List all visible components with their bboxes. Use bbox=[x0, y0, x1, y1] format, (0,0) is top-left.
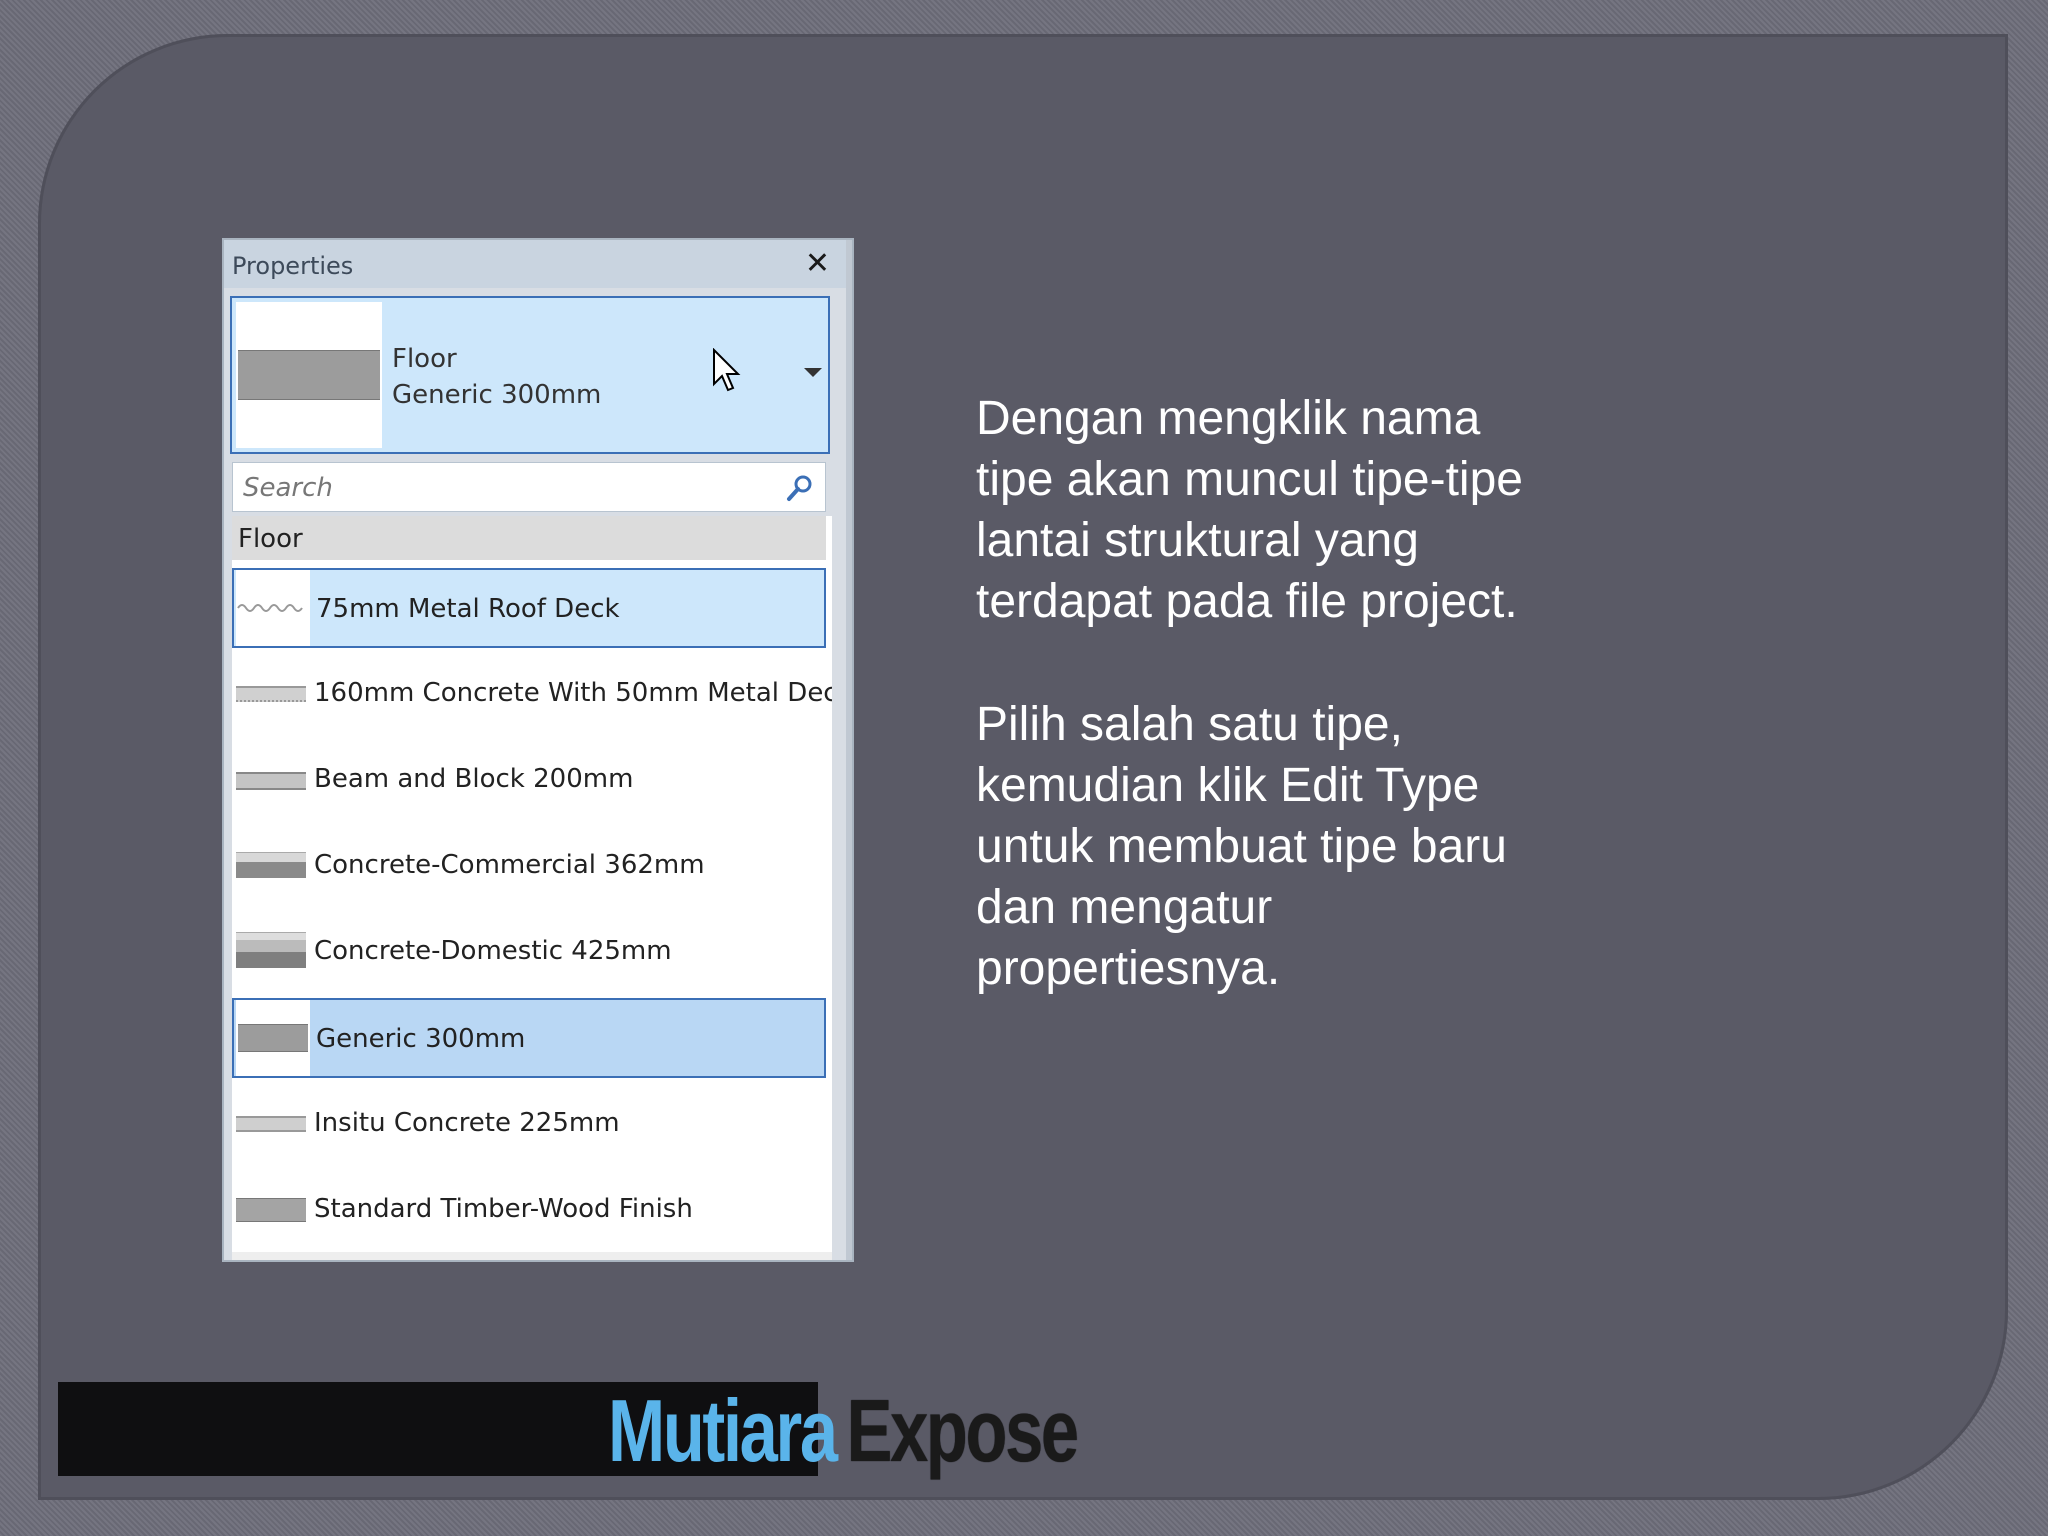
list-item-concrete-commercial[interactable]: Concrete-Commercial 362mm bbox=[232, 826, 826, 906]
properties-panel: Properties ✕ Floor Generic 300mm Floor 7… bbox=[222, 238, 854, 1262]
concrete-deck-swatch-icon bbox=[234, 654, 308, 730]
type-family-label: Floor bbox=[392, 344, 457, 374]
list-item-beam-and-block[interactable]: Beam and Block 200mm bbox=[232, 740, 826, 820]
generic-floor-swatch-icon bbox=[236, 1000, 310, 1076]
floor-type-preview bbox=[236, 302, 382, 448]
type-selector[interactable]: Floor Generic 300mm bbox=[230, 296, 830, 454]
description-paragraph-1: Dengan mengklik nama tipe akan muncul ti… bbox=[976, 388, 1676, 632]
logo-part-expose: Expose bbox=[846, 1381, 1079, 1480]
list-item-standard-timber[interactable]: Standard Timber-Wood Finish bbox=[232, 1170, 826, 1250]
list-item-insitu-concrete[interactable]: Insitu Concrete 225mm bbox=[232, 1084, 826, 1164]
search-input[interactable] bbox=[241, 471, 775, 505]
list-item-label: Beam and Block 200mm bbox=[314, 764, 634, 794]
beam-block-swatch-icon bbox=[234, 740, 308, 816]
description-line: untuk membuat tipe baru bbox=[976, 820, 1507, 873]
description-line: dan mengatur bbox=[976, 881, 1273, 934]
panel-title: Properties bbox=[232, 252, 354, 280]
list-item-75mm-metal-roof-deck[interactable]: 75mm Metal Roof Deck bbox=[232, 568, 826, 648]
group-header-floor: Floor bbox=[232, 516, 826, 560]
list-item-label: Insitu Concrete 225mm bbox=[314, 1108, 620, 1138]
chevron-down-icon[interactable] bbox=[804, 368, 822, 377]
concrete-commercial-swatch-icon bbox=[234, 826, 308, 902]
list-item-160mm-concrete-metal-deck[interactable]: 160mm Concrete With 50mm Metal Deck bbox=[232, 654, 832, 734]
description-line: Pilih salah satu tipe, bbox=[976, 698, 1403, 751]
concrete-domestic-swatch-icon bbox=[234, 912, 308, 988]
list-item-concrete-domestic[interactable]: Concrete-Domestic 425mm bbox=[232, 912, 826, 992]
type-name-label: Generic 300mm bbox=[392, 380, 602, 410]
description-line: lantai struktural yang bbox=[976, 514, 1419, 567]
list-item-label: Generic 300mm bbox=[316, 1024, 526, 1054]
list-item-label: 75mm Metal Roof Deck bbox=[316, 594, 620, 624]
description-line: kemudian klik Edit Type bbox=[976, 759, 1480, 812]
close-icon[interactable]: ✕ bbox=[805, 246, 830, 281]
description-line: terdapat pada file project. bbox=[976, 575, 1518, 628]
search-icon[interactable] bbox=[785, 473, 815, 503]
logo-part-mutiara: Mutiara bbox=[608, 1381, 838, 1480]
panel-titlebar: Properties ✕ bbox=[224, 240, 852, 288]
insitu-concrete-swatch-icon bbox=[234, 1084, 308, 1160]
panel-scrollbar[interactable] bbox=[846, 240, 852, 1260]
timber-swatch-icon bbox=[234, 1170, 308, 1246]
list-item-label: 160mm Concrete With 50mm Metal Deck bbox=[314, 678, 832, 708]
search-box bbox=[232, 462, 826, 512]
list-item-label: Concrete-Commercial 362mm bbox=[314, 850, 705, 880]
description-line: propertiesnya. bbox=[976, 942, 1281, 995]
description-line: tipe akan muncul tipe-tipe bbox=[976, 453, 1523, 506]
group-header-label: Floor bbox=[238, 524, 303, 554]
type-dropdown-list: Floor 75mm Metal Roof Deck 160mm Concret… bbox=[232, 516, 832, 1252]
description-paragraph-2: Pilih salah satu tipe, kemudian klik Edi… bbox=[976, 694, 1676, 999]
description-line: Dengan mengklik nama bbox=[976, 392, 1481, 445]
list-item-generic-300mm[interactable]: Generic 300mm bbox=[232, 998, 826, 1078]
metal-deck-swatch-icon bbox=[236, 570, 310, 646]
list-item-label: Concrete-Domestic 425mm bbox=[314, 936, 672, 966]
panel-bottom-edge bbox=[232, 1252, 832, 1260]
mutiara-expose-logo: Mutiara Expose bbox=[608, 1376, 1079, 1486]
list-item-label: Standard Timber-Wood Finish bbox=[314, 1194, 693, 1224]
mouse-cursor-icon bbox=[713, 348, 741, 392]
